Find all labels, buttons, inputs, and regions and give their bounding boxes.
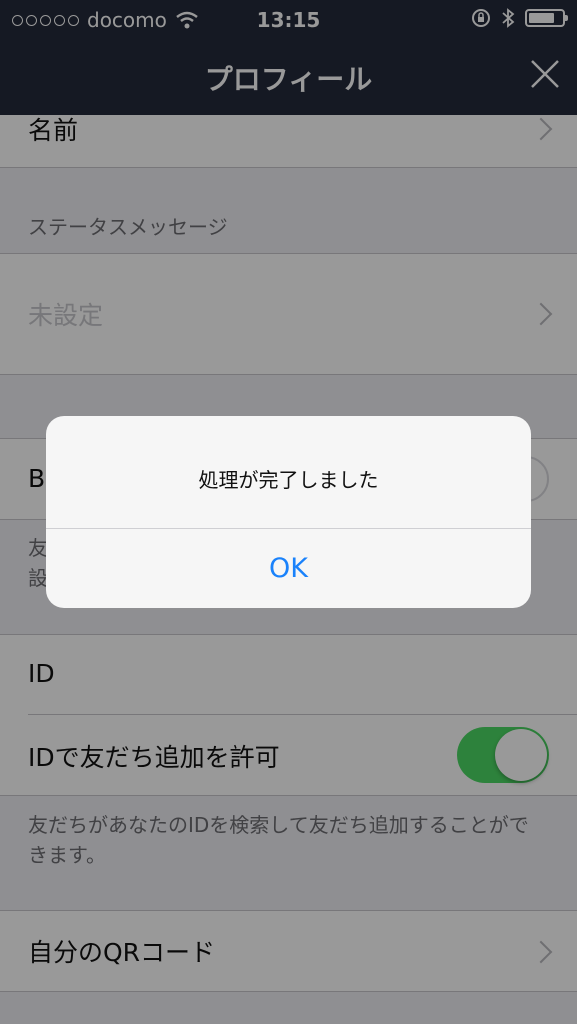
alert-message: 処理が完了しました bbox=[198, 468, 379, 492]
ok-button[interactable]: OK bbox=[46, 529, 531, 608]
alert-dialog: 処理が完了しました OK bbox=[46, 416, 531, 608]
